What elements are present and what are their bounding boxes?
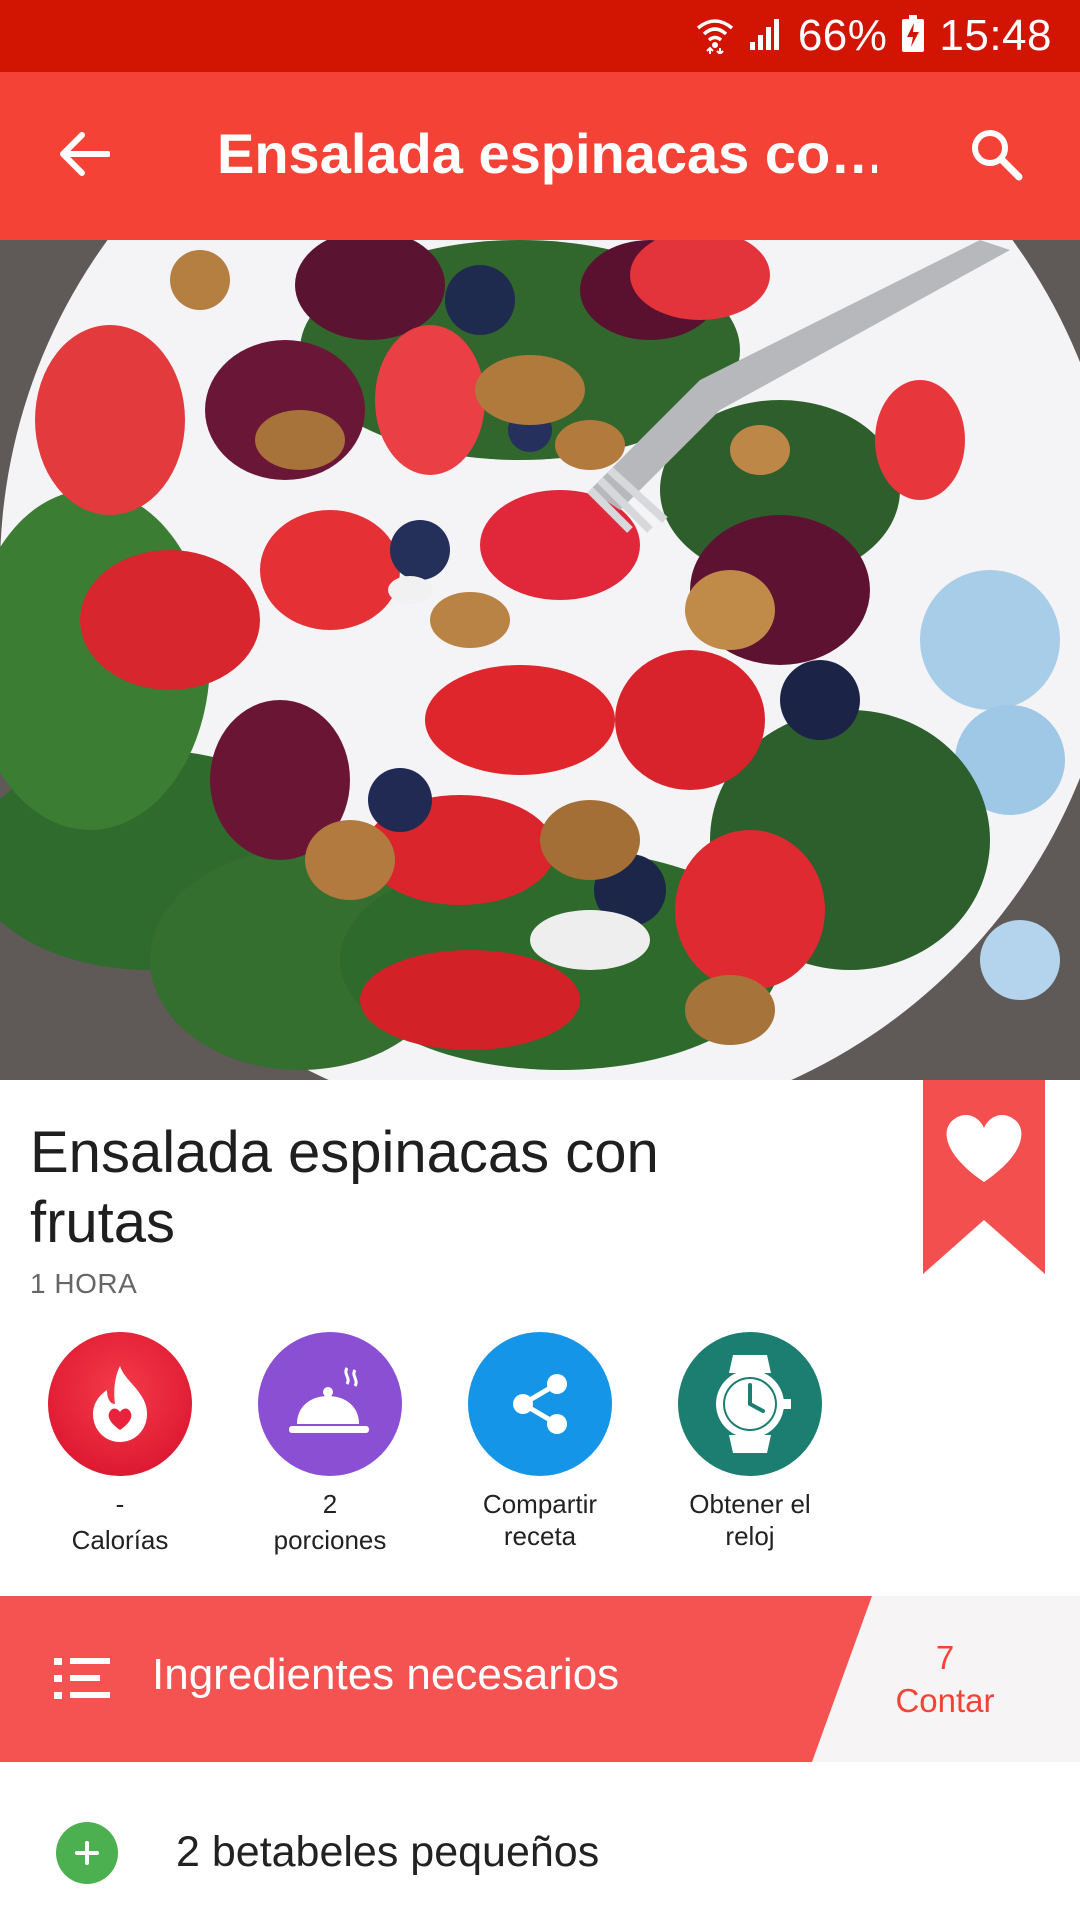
share-label-line1: Compartir [482,1489,598,1519]
share-icon [513,1374,567,1434]
watch-label-line1: Obtener el [689,1489,811,1519]
back-button[interactable] [44,116,124,196]
add-icon [75,1841,99,1865]
watch-label-line2: reloj [725,1521,775,1551]
ingredient-text: 2 betabeles pequeños [176,1828,600,1876]
calories-flame-icon [93,1366,147,1442]
watch-circle [678,1332,822,1476]
status-bar: 66% 15:48 [0,0,1080,72]
servings-label: porciones [273,1525,387,1555]
ingredients-count: 7 Contar [870,1636,1020,1722]
servings-button[interactable]: 2 porciones [230,1332,430,1556]
servings-value: 2 [322,1489,338,1519]
calories-value: - [115,1489,125,1519]
arrow-back-icon [58,131,111,181]
search-button[interactable] [956,116,1036,196]
recipe-time: 1 HORA [30,1268,138,1299]
cloche-icon [289,1367,369,1433]
calories-circle [48,1332,192,1476]
ingredients-count-label: Contar [895,1682,995,1719]
share-recipe-button[interactable]: Compartir receta [440,1332,640,1552]
ingredients-count-value: 7 [935,1639,955,1676]
wifi-icon [696,14,734,59]
add-ingredient-button[interactable] [56,1822,118,1884]
ingredient-item[interactable]: 2 betabeles pequeños [0,1762,1080,1920]
list-icon [54,1654,110,1704]
favorite-bookmark[interactable] [923,1080,1045,1274]
calories-button[interactable]: - Calorías [20,1332,220,1556]
battery-charging-icon [901,14,925,58]
recipe-title: Ensalada espinacas con frutas [30,1120,659,1255]
app-bar: Ensalada espinacas co… [0,72,1080,240]
ingredients-header[interactable]: Ingredientes necesarios 7 Contar [0,1596,1080,1762]
share-circle [468,1332,612,1476]
calories-label: Calorías [71,1525,169,1555]
clock: 15:48 [939,11,1052,60]
battery-percent: 66% [797,11,888,60]
recipe-photo [0,240,1080,1080]
ingredients-title: Ingredientes necesarios [152,1650,620,1699]
share-label-line2: receta [503,1521,577,1551]
app-bar-title: Ensalada espinacas co… [217,122,877,185]
status-icons: 66% 15:48 [696,0,1052,72]
servings-circle [258,1332,402,1476]
get-watch-button[interactable]: Obtener el reloj [650,1332,850,1552]
signal-icon [748,16,784,57]
recipe-actions: - Calorías 2 porciones Compartir receta … [0,1332,1080,1562]
watch-icon [716,1355,791,1453]
search-icon [969,127,1023,186]
